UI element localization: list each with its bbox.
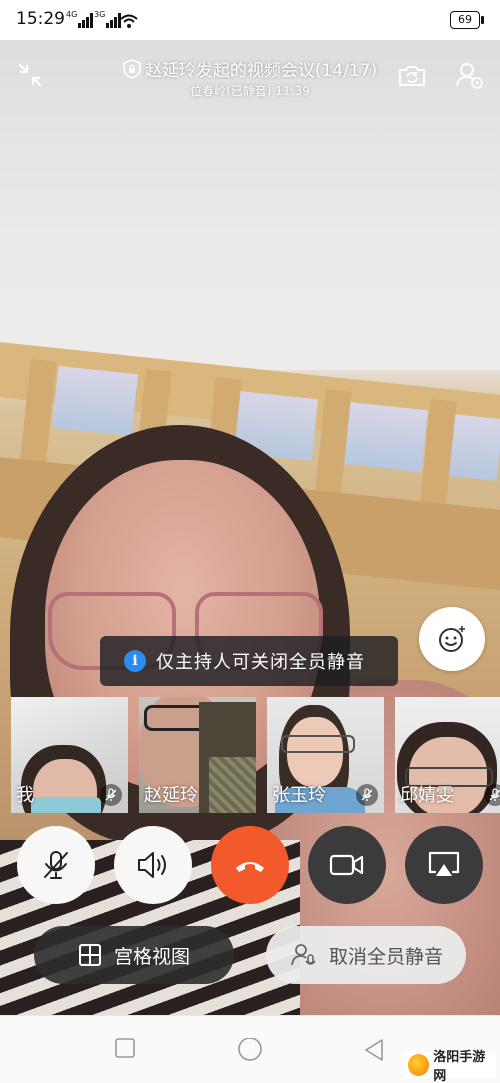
mic-muted-icon [484,784,500,806]
back-icon[interactable] [363,1038,385,1062]
hang-up-button[interactable] [211,826,289,904]
speaker-button[interactable] [114,826,192,904]
meeting-title-text: 赵延玲发起的视频会议(14/17) [144,61,378,81]
camera-icon [329,854,364,876]
participant-name: 邱婧雯 [400,785,454,806]
members-icon[interactable] [452,58,486,92]
network-type-label: 4G [66,10,78,19]
info-icon: i [124,650,146,672]
unmute-all-button[interactable]: 取消全员静音 [266,926,466,984]
participant-tile[interactable]: 邱婧雯 [395,697,500,813]
status-bar: 15:29 4G 3G 69 [0,0,500,40]
reaction-button[interactable] [419,607,485,671]
speaker-status: 位春岭(已静音) 11:39 [190,84,310,98]
hang-up-icon [236,862,264,872]
signal-icon: 4G [66,10,94,28]
camera-button[interactable] [308,826,386,904]
members-unmute-icon [291,944,316,966]
participant-tile[interactable]: 我 [11,697,128,813]
toast-text: 仅主持人可关闭全员静音 [156,652,365,673]
video-call-screen: 15:29 4G 3G 69 赵延玲发起的视频会议(14/17) 位春岭(已静音… [0,0,500,1083]
speaker-icon [138,852,166,878]
watermark-text: 洛阳手游网 [433,1050,486,1083]
participant-name: 张玉玲 [272,785,326,806]
clock: 15:29 [16,9,65,29]
network-type-label: 3G [94,10,106,19]
shield-lock-icon [123,59,141,79]
grid-view-label: 宫格视图 [113,945,190,968]
smiley-icon [439,626,465,652]
minimize-icon[interactable] [13,58,47,92]
meeting-title: 赵延玲发起的视频会议(14/17) [60,56,440,81]
mute-permission-toast: i 仅主持人可关闭全员静音 [100,636,398,686]
participant-tile[interactable]: 张玉玲 [267,697,384,813]
screen-share-button[interactable] [405,826,483,904]
mic-muted-icon [44,851,68,879]
mic-muted-icon [356,784,378,806]
home-icon[interactable] [237,1038,263,1064]
battery-icon: 69 [450,11,484,29]
switch-camera-icon[interactable] [395,59,429,93]
mute-mic-button[interactable] [17,826,95,904]
battery-level: 69 [458,13,472,26]
screen-share-icon [428,851,460,876]
grid-view-button[interactable]: 宫格视图 [34,926,234,984]
wifi-icon [120,14,138,28]
grid-icon [78,944,101,966]
participant-name: 我 [16,785,34,806]
site-watermark: 洛阳手游网 [404,1050,496,1083]
unmute-all-label: 取消全员静音 [328,945,443,968]
participant-tile[interactable]: 赵延玲 [139,697,256,813]
recent-apps-icon[interactable] [115,1038,135,1058]
participant-name: 赵延玲 [144,785,198,806]
mic-muted-icon [100,784,122,806]
watermark-logo-icon [408,1054,430,1076]
